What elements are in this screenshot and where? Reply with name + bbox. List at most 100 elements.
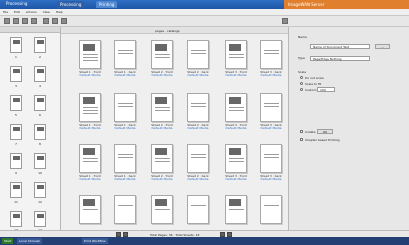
sheet-page[interactable] xyxy=(187,195,209,224)
sheet-page[interactable] xyxy=(187,40,209,69)
thumb-number: 12 xyxy=(38,200,42,204)
sheet-page[interactable] xyxy=(114,144,136,173)
thumb-page[interactable] xyxy=(10,182,22,198)
taskbar-item[interactable]: Local Intranet xyxy=(17,238,42,244)
sheet-page[interactable] xyxy=(260,40,282,69)
brand-label: ImageWAN Server xyxy=(288,2,325,7)
sheet-page[interactable] xyxy=(79,195,101,224)
thumb-page[interactable] xyxy=(10,211,22,227)
properties-panel: Name Name of Document Text ... Type Page… xyxy=(288,27,409,230)
scale-option-label: Custom xyxy=(305,88,317,92)
sheet-page[interactable] xyxy=(260,195,282,224)
print-icon[interactable] xyxy=(31,18,37,24)
sheet-page[interactable] xyxy=(187,144,209,173)
menu-file[interactable]: File xyxy=(3,10,8,14)
tab-printing[interactable]: Printing xyxy=(96,1,118,8)
sheet-page[interactable] xyxy=(225,40,247,69)
thumb-page[interactable] xyxy=(10,37,22,53)
thumb-number: 11 xyxy=(14,200,18,204)
sheet-page[interactable] xyxy=(114,93,136,122)
thumb-number: 5 xyxy=(15,113,17,117)
sheet-page[interactable] xyxy=(260,144,282,173)
settings-icon[interactable] xyxy=(282,18,288,24)
sheet-page[interactable] xyxy=(114,40,136,69)
thumb-page[interactable] xyxy=(10,95,22,111)
thumb-page[interactable] xyxy=(10,124,22,140)
sheet-label: Sheet 3 · front Default Media xyxy=(225,174,247,181)
sheet-label: Sheet 2 · back Default Media xyxy=(187,123,209,130)
brand-banner: ImageWAN Server xyxy=(284,0,409,9)
start-button[interactable]: Start xyxy=(2,238,14,244)
type-select[interactable]: Page/Edge Nothing xyxy=(310,56,370,61)
menu-actions[interactable]: Actions xyxy=(26,10,37,14)
grid-header: pages · catalogs xyxy=(61,27,288,34)
type-label: Type xyxy=(298,56,305,60)
thumb-page[interactable] xyxy=(34,95,46,111)
thumb-number: 2 xyxy=(39,55,41,59)
thumb-page[interactable] xyxy=(10,66,22,82)
thumb-number: 6 xyxy=(39,113,41,117)
sheet-page[interactable] xyxy=(225,144,247,173)
grid-header-label: pages · catalogs xyxy=(155,29,180,33)
status-bar: Total Pages: 36 · Total Sheets: 18 xyxy=(0,230,409,237)
menu-help[interactable]: Help xyxy=(56,10,63,14)
toolbar xyxy=(0,16,409,27)
sheet-page[interactable] xyxy=(225,93,247,122)
sheet-page[interactable] xyxy=(114,195,136,224)
sheet-label: Sheet 2 · back Default Media xyxy=(187,174,209,181)
thumb-page[interactable] xyxy=(10,153,22,169)
sheet-page[interactable] xyxy=(79,93,101,122)
scale-label: Scale xyxy=(298,70,307,74)
thumb-page[interactable] xyxy=(34,37,46,53)
sheet-label: Sheet 3 · back Default Media xyxy=(260,123,282,130)
open-icon[interactable] xyxy=(13,18,19,24)
thumb-page[interactable] xyxy=(34,66,46,82)
sheet-label: Sheet 3 · back Default Media xyxy=(260,70,282,77)
sheet-label: Sheet 1 · back Default Media xyxy=(114,174,136,181)
page-thumbnail-sidebar: 1 2 3 4 5 6 7 8 9 10 11 12 13 14 xyxy=(0,27,61,232)
sheet-page[interactable] xyxy=(151,195,173,224)
sheet-label: Sheet 1 · back Default Media xyxy=(114,123,136,130)
browse-button[interactable]: ... xyxy=(375,44,390,49)
thumb-page[interactable] xyxy=(34,153,46,169)
sheet-page[interactable] xyxy=(79,40,101,69)
scale-option-radio[interactable] xyxy=(300,76,303,79)
thumb-page[interactable] xyxy=(34,124,46,140)
scale-option-radio[interactable] xyxy=(300,88,303,91)
chapter-printing-label: Chapter based Printing xyxy=(305,138,340,142)
chapter-printing-checkbox[interactable] xyxy=(300,138,303,141)
preview-icon[interactable] xyxy=(61,18,67,24)
sheet-page[interactable] xyxy=(151,40,173,69)
sheet-label: Sheet 1 · front Default Media xyxy=(79,70,101,77)
new-icon[interactable] xyxy=(4,18,10,24)
sheet-page[interactable] xyxy=(187,93,209,122)
sheet-page[interactable] xyxy=(260,93,282,122)
thumb-number: 7 xyxy=(15,142,17,146)
scale-option-radio[interactable] xyxy=(300,82,303,85)
sheet-label: Sheet 2 · front Default Media xyxy=(151,174,173,181)
menu-view[interactable]: View xyxy=(43,10,50,14)
scale-option-label: Do not scale xyxy=(305,76,324,80)
menu-edit[interactable]: Edit xyxy=(14,10,20,14)
tab-processing[interactable]: Processing xyxy=(57,1,85,8)
collate-checkbox[interactable] xyxy=(300,130,303,133)
custom-scale-input[interactable]: 100 xyxy=(317,87,335,92)
zoom-icon[interactable] xyxy=(43,18,49,24)
thumb-number: 10 xyxy=(38,171,42,175)
save-icon[interactable] xyxy=(22,18,28,24)
thumb-page[interactable] xyxy=(34,211,46,227)
sheet-page[interactable] xyxy=(151,144,173,173)
collate-label: Collate xyxy=(305,130,316,134)
thumb-number: 9 xyxy=(15,171,17,175)
name-field[interactable]: Name of Document Text xyxy=(310,44,370,49)
sheet-label: Sheet 3 · front Default Media xyxy=(225,123,247,130)
sheet-page[interactable] xyxy=(151,93,173,122)
layout-icon[interactable] xyxy=(52,18,58,24)
thumb-page[interactable] xyxy=(34,182,46,198)
sheet-page[interactable] xyxy=(79,144,101,173)
sheet-page[interactable] xyxy=(225,195,247,224)
sheet-label: Sheet 3 · front Default Media xyxy=(225,70,247,77)
taskbar-item[interactable]: Print Workflow xyxy=(82,238,108,244)
sheet-label: Sheet 1 · front Default Media xyxy=(79,174,101,181)
ok-button[interactable]: OK xyxy=(317,129,333,134)
